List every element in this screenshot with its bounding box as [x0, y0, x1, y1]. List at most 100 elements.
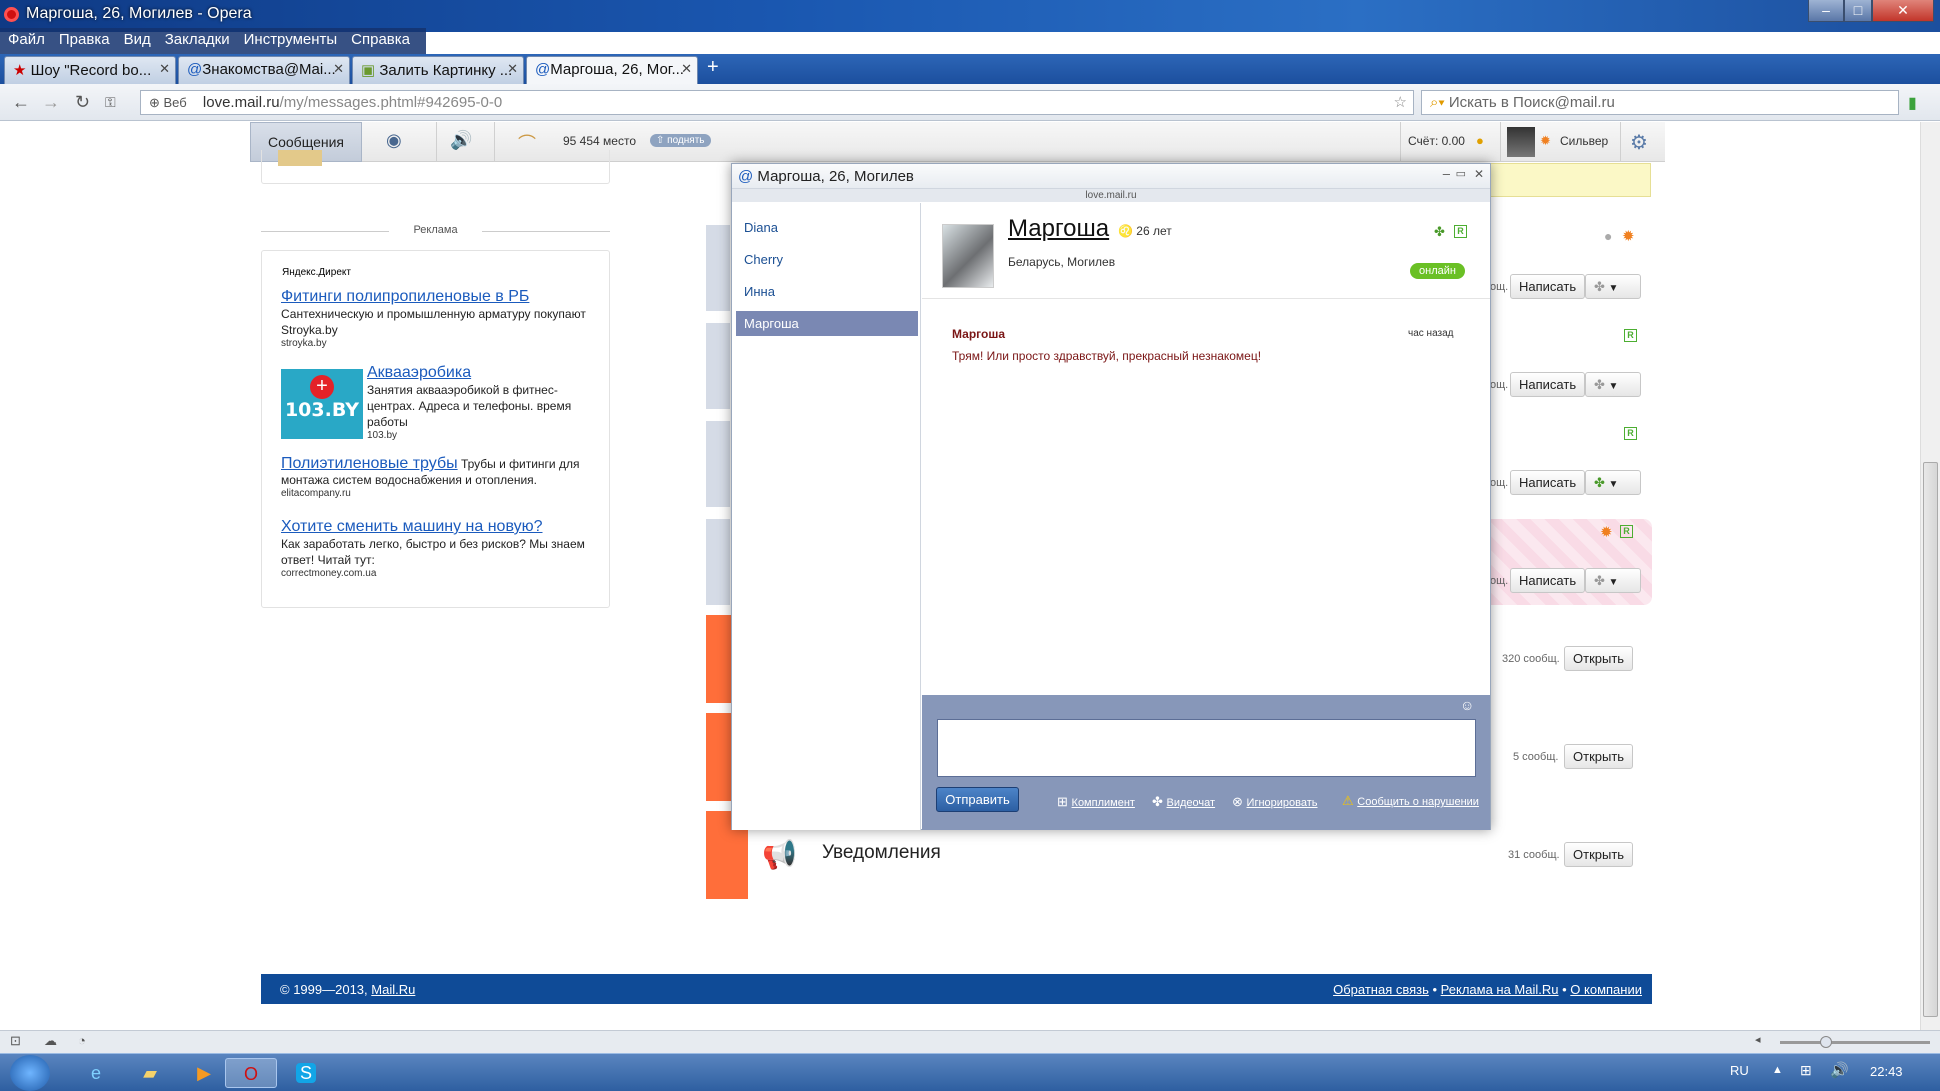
cloud-icon[interactable]: ☁ — [44, 1033, 57, 1049]
settings-gear-icon[interactable]: ⚙ — [1630, 130, 1648, 155]
raise-button[interactable]: ⇧ поднять — [650, 134, 711, 147]
message-input[interactable] — [937, 719, 1476, 777]
menu-file[interactable]: Файл — [0, 28, 51, 48]
profile-photo[interactable] — [942, 224, 994, 288]
url-field[interactable]: ⊕ Веб love.mail.ru/my/messages.phtml#942… — [140, 90, 1414, 115]
ignore-link[interactable]: Игнорировать — [1247, 797, 1318, 809]
dialog-close-button[interactable]: ✕ — [1474, 167, 1484, 181]
search-input[interactable]: ⌕▾ Искать в Поиск@mail.ru — [1421, 90, 1899, 115]
gift-dropdown[interactable]: ✤ ▼ — [1585, 372, 1641, 397]
write-button[interactable]: Написать — [1510, 274, 1586, 299]
smiley-icon[interactable]: ☺ — [1460, 697, 1474, 713]
write-button[interactable]: Написать — [1510, 372, 1586, 397]
contact-inna[interactable]: Инна — [736, 279, 918, 304]
start-button[interactable] — [10, 1055, 50, 1091]
tab-record[interactable]: ★ Шоу "Record bo... ✕ — [4, 56, 176, 84]
minimize-button[interactable]: – — [1808, 0, 1844, 22]
gift-dropdown[interactable]: ✤ ▼ — [1585, 568, 1641, 593]
menu-tools[interactable]: Инструменты — [236, 28, 344, 48]
ad-domain[interactable]: correctmoney.com.ua — [281, 568, 591, 579]
forward-button[interactable]: → — [42, 92, 60, 113]
tab-margosha[interactable]: @Маргоша, 26, Мог... ✕ — [526, 56, 698, 84]
dialog-maximize-button[interactable]: ▭ — [1456, 167, 1466, 180]
dialog-titlebar[interactable]: @ Маргоша, 26, Могилев – ▭ ✕ — [732, 164, 1490, 189]
tab-close-icon[interactable]: ✕ — [681, 61, 692, 77]
contact-margosha[interactable]: Маргоша — [736, 311, 918, 336]
ad-title-link[interactable]: Фитинги полипропиленовые в РБ — [281, 288, 591, 306]
menu-bar: Файл Правка Вид Закладки Инструменты Справка — [0, 28, 426, 54]
mailru-link[interactable]: Mail.Ru — [371, 982, 415, 997]
user-name[interactable]: Сильвер — [1560, 134, 1608, 148]
compliment-link[interactable]: Комплимент — [1072, 797, 1135, 809]
clock[interactable]: 22:43 — [1870, 1064, 1903, 1079]
ad-logo-103by[interactable]: + 103.BY — [281, 369, 363, 439]
videochat-link[interactable]: Видеочат — [1167, 797, 1216, 809]
eye-icon[interactable]: ◉ — [386, 130, 402, 151]
volume-icon[interactable]: 🔊 — [1830, 1061, 1849, 1079]
menu-view[interactable]: Вид — [116, 28, 157, 48]
write-button[interactable]: Написать — [1510, 470, 1586, 495]
contact-diana[interactable]: Diana — [736, 215, 918, 240]
profile-name-link[interactable]: Маргоша — [1008, 215, 1109, 243]
reload-button[interactable]: ↻ — [75, 92, 90, 113]
open-button[interactable]: Открыть — [1564, 842, 1634, 867]
speaker-icon[interactable]: 🔊 — [450, 130, 472, 151]
contact-cherry[interactable]: Cherry — [736, 247, 918, 272]
bookmark-star-icon[interactable]: ☆ — [1394, 93, 1407, 111]
maximize-button[interactable]: □ — [1844, 0, 1872, 22]
ad-title-link[interactable]: Хотите сменить машину на новую? — [281, 518, 591, 536]
opera-taskbar-icon[interactable]: O — [225, 1058, 277, 1088]
ie-icon[interactable]: e — [70, 1058, 122, 1088]
ad-title-link[interactable]: Аквааэробика — [367, 364, 597, 382]
language-indicator[interactable]: RU — [1730, 1063, 1749, 1078]
page-scrollbar[interactable] — [1920, 122, 1940, 1030]
gift-dropdown[interactable]: ✤ ▼ — [1585, 274, 1641, 299]
zoom-slider-knob[interactable] — [1820, 1036, 1832, 1048]
skype-icon[interactable]: S — [280, 1058, 332, 1088]
advertising-link[interactable]: Реклама на Mail.Ru — [1441, 982, 1559, 997]
ad-domain[interactable]: stroyka.by — [281, 338, 591, 349]
speed-icon[interactable]: ◔ — [78, 1033, 86, 1048]
write-button[interactable]: Написать — [1510, 568, 1586, 593]
send-button[interactable]: Отправить — [936, 787, 1019, 812]
tab-close-icon[interactable]: ✕ — [333, 61, 344, 77]
tray-expand-icon[interactable]: ▲ — [1772, 1064, 1783, 1076]
url-domain: love.mail.ru — [202, 94, 280, 111]
menu-edit[interactable]: Правка — [51, 28, 116, 48]
tab-upload-image[interactable]: ▣ Залить Картинку ... ✕ — [352, 56, 524, 84]
notifications-title[interactable]: Уведомления — [822, 842, 941, 864]
explorer-folder-icon[interactable]: ▰ — [124, 1058, 176, 1088]
report-link[interactable]: Сообщить о нарушении — [1357, 796, 1479, 808]
dialog-minimize-button[interactable]: – — [1443, 166, 1450, 181]
key-icon[interactable]: ⚿ — [105, 94, 116, 111]
gift-dropdown[interactable]: ✤ ▼ — [1585, 470, 1641, 495]
tab-close-icon[interactable]: ✕ — [507, 61, 518, 77]
chevron-down-icon: ▼ — [1608, 381, 1619, 392]
zoom-slider[interactable] — [1780, 1036, 1930, 1048]
clover-icon: ✤ — [1594, 475, 1605, 490]
menu-bookmarks[interactable]: Закладки — [157, 28, 236, 48]
tab-close-icon[interactable]: ✕ — [159, 61, 170, 77]
menu-help[interactable]: Справка — [343, 28, 416, 48]
zoom-out-icon[interactable]: ◂ — [1755, 1033, 1761, 1046]
panel-icon[interactable]: ⊡ — [10, 1033, 21, 1049]
tab-znakomstva[interactable]: @Знакомства@Mai... ✕ — [178, 56, 350, 84]
ad-logo-text: 103.BY — [284, 399, 360, 421]
tab-label: Маргоша, 26, Мог... — [550, 61, 684, 78]
close-window-button[interactable]: ✕ — [1872, 0, 1934, 22]
about-link[interactable]: О компании — [1570, 982, 1642, 997]
open-button[interactable]: Открыть — [1564, 744, 1634, 769]
ad-domain[interactable]: elitacompany.ru — [281, 488, 591, 499]
network-icon[interactable]: ⊞ — [1800, 1062, 1812, 1079]
ad-title-link[interactable]: Полиэтиленовые трубы — [281, 455, 458, 472]
media-player-icon[interactable]: ▶ — [178, 1058, 230, 1088]
notice-strip — [1480, 163, 1651, 197]
open-button[interactable]: Открыть — [1564, 646, 1634, 671]
new-tab-button[interactable]: + — [707, 56, 719, 79]
browser-statusbar: ⊡ ☁ ◔ ◂ — [0, 1030, 1940, 1053]
scrollbar-thumb[interactable] — [1923, 462, 1938, 1017]
user-avatar[interactable] — [1507, 127, 1535, 157]
ad-domain[interactable]: 103.by — [367, 430, 597, 441]
feedback-link[interactable]: Обратная связь — [1333, 982, 1429, 997]
back-button[interactable]: ← — [12, 92, 30, 113]
